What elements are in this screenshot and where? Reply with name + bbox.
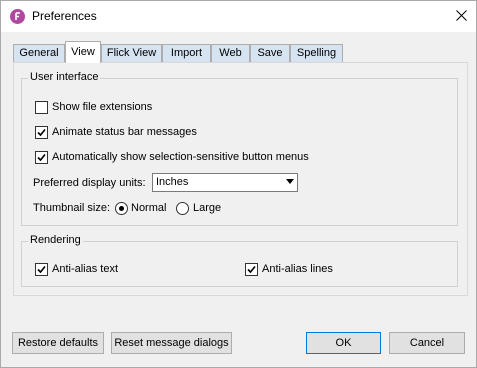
close-button[interactable] bbox=[447, 1, 476, 32]
animate-status-bar-label: Animate status bar messages bbox=[52, 126, 197, 138]
radio-selected-dot bbox=[119, 206, 124, 211]
anti-alias-text-checkbox[interactable] bbox=[35, 263, 48, 276]
auto-show-menus-label: Automatically show selection-sensitive b… bbox=[52, 151, 309, 163]
user-interface-group: User interface Show file extensions Anim… bbox=[21, 71, 458, 226]
thumbnail-size-label: Thumbnail size: bbox=[33, 202, 111, 214]
anti-alias-lines-checkbox[interactable] bbox=[245, 263, 258, 276]
app-logo-icon bbox=[10, 9, 25, 24]
tab-spelling[interactable]: Spelling bbox=[290, 44, 343, 62]
tab-import[interactable]: Import bbox=[162, 44, 211, 62]
tab-flick-view[interactable]: Flick View bbox=[101, 44, 162, 62]
preferences-window: Preferences General View Flick View Impo… bbox=[0, 0, 477, 368]
reset-message-dialogs-button[interactable]: Reset message dialogs bbox=[111, 332, 232, 354]
user-interface-group-title: User interface bbox=[28, 71, 101, 83]
chevron-down-icon bbox=[286, 179, 294, 184]
display-units-label: Preferred display units: bbox=[33, 177, 146, 189]
title-bar[interactable]: Preferences bbox=[1, 1, 476, 32]
ok-button[interactable]: OK bbox=[306, 332, 381, 354]
tab-save[interactable]: Save bbox=[250, 44, 290, 62]
thumbnail-normal-radio[interactable] bbox=[115, 202, 128, 215]
tab-web[interactable]: Web bbox=[211, 44, 250, 62]
thumbnail-normal-label: Normal bbox=[131, 202, 167, 214]
rendering-group-title: Rendering bbox=[28, 234, 83, 246]
window-title: Preferences bbox=[32, 9, 97, 23]
anti-alias-lines-label: Anti-alias lines bbox=[262, 263, 333, 275]
tab-view[interactable]: View bbox=[65, 41, 101, 63]
tab-general[interactable]: General bbox=[13, 44, 65, 62]
show-file-extensions-checkbox[interactable] bbox=[35, 101, 48, 114]
check-icon bbox=[247, 265, 256, 274]
animate-status-bar-checkbox[interactable] bbox=[35, 126, 48, 139]
display-units-select[interactable]: Inches bbox=[152, 173, 298, 192]
thumbnail-large-radio[interactable] bbox=[176, 202, 189, 215]
display-units-value: Inches bbox=[156, 176, 189, 188]
thumbnail-large-label: Large bbox=[193, 202, 222, 214]
close-icon bbox=[456, 10, 467, 21]
auto-show-menus-checkbox[interactable] bbox=[35, 151, 48, 164]
check-icon bbox=[37, 128, 46, 137]
anti-alias-text-label: Anti-alias text bbox=[52, 263, 119, 275]
rendering-group: Rendering Anti-alias text Anti-alias lin… bbox=[21, 234, 458, 287]
show-file-extensions-label: Show file extensions bbox=[52, 101, 153, 113]
view-tab-panel: User interface Show file extensions Anim… bbox=[13, 62, 468, 296]
restore-defaults-button[interactable]: Restore defaults bbox=[12, 332, 104, 354]
check-icon bbox=[37, 153, 46, 162]
cancel-button[interactable]: Cancel bbox=[389, 332, 465, 354]
check-icon bbox=[37, 265, 46, 274]
